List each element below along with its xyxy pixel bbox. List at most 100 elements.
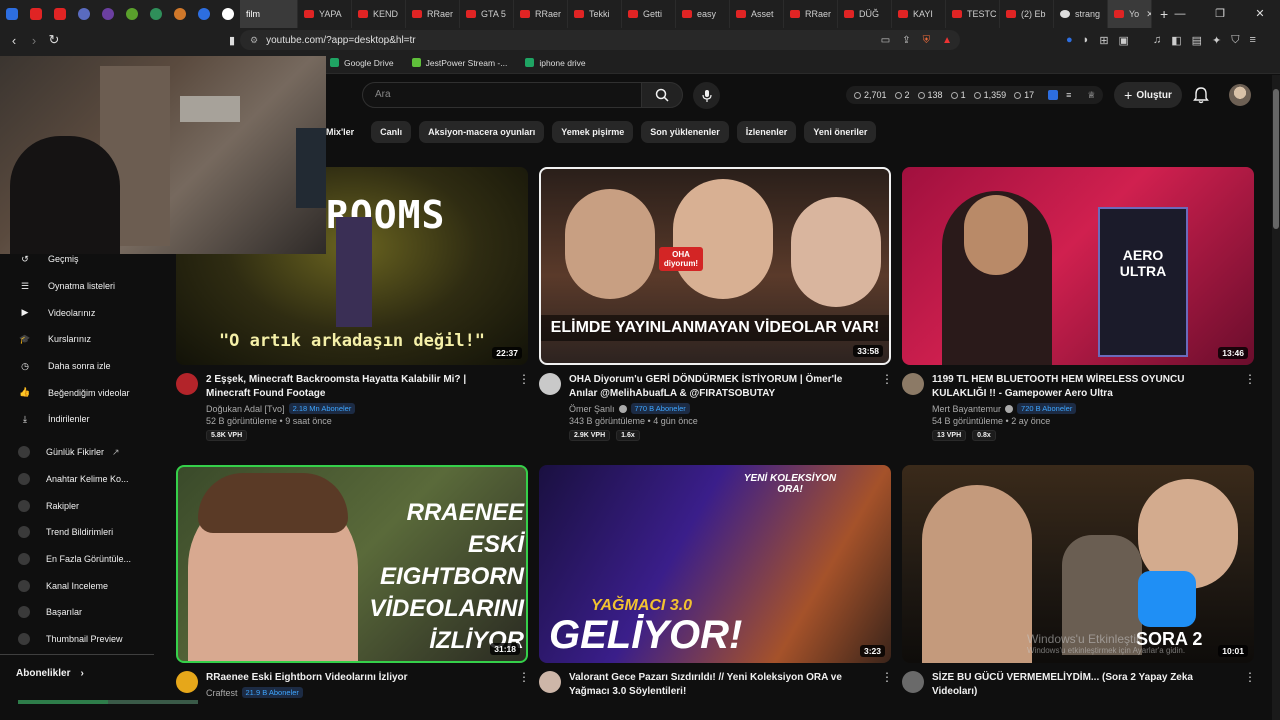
browser-tab[interactable]: strang [1054,0,1108,28]
sidebar-item-achievements[interactable]: Başarılar [0,599,160,626]
browser-tab[interactable]: RRaer [514,0,568,28]
back-icon[interactable]: ‹ [4,33,24,48]
browser-tab[interactable]: YAPA [298,0,352,28]
more-options-icon[interactable]: ⋮ [881,671,893,699]
pinned-tab-icon[interactable] [168,0,192,28]
share-icon[interactable]: ⇪ [902,35,910,46]
video-card[interactable]: AERO ULTRA 13:46 1199 TL HEM BLUETOOTH H… [902,167,1256,441]
wallet-icon[interactable]: ▤ [1192,34,1202,47]
pinned-tab-icon[interactable] [192,0,216,28]
channel-avatar[interactable] [176,373,198,395]
sidebar-item-liked-videos[interactable]: 👍 Beğendiğim videolar [0,379,160,406]
tab-search-icon[interactable] [0,0,24,28]
filter-chip[interactable]: Yemek pişirme [552,121,634,143]
filter-chip[interactable]: Aksiyon-macera oyunları [419,121,545,143]
channel-avatar[interactable] [902,671,924,693]
site-info-icon[interactable]: ⚙ [250,35,258,46]
browser-tab[interactable]: easy [676,0,730,28]
video-title[interactable]: OHA Diyorum'u GERİ DÖNDÜRMEK İSTİYORUM |… [569,373,873,401]
pinned-tab-icon[interactable] [216,0,240,28]
url-text[interactable]: youtube.com/?app=desktop&hl=tr [266,35,416,46]
sidebar-item-thumbnail-preview[interactable]: Thumbnail Preview [0,626,160,653]
scrollbar-thumb[interactable] [1273,89,1279,229]
channel-name[interactable]: Mert Bayantemur [932,404,1001,414]
bookmark-item[interactable]: Google Drive [330,58,394,68]
browser-tab[interactable]: TESTC [946,0,1000,28]
cast-icon[interactable]: ▭ [881,35,890,46]
more-options-icon[interactable]: ⋮ [881,373,893,441]
minimize-icon[interactable]: — [1160,0,1200,28]
rewards-icon[interactable]: ▲ [942,35,952,46]
search-input[interactable]: Ara [362,82,642,108]
browser-tab[interactable]: RRaer [406,0,460,28]
video-title[interactable]: 2 Eşşek, Minecraft Backroomsta Hayatta K… [206,373,510,401]
extension-icon[interactable]: ⊞ [1099,34,1108,47]
extensions-puzzle-icon[interactable]: ✦ [1212,34,1221,47]
browser-tab[interactable]: DÜĞ [838,0,892,28]
forward-icon[interactable]: › [24,33,44,48]
browser-tab[interactable]: (2) Eb [1000,0,1054,28]
filter-chip[interactable]: İzlenenler [736,121,797,143]
close-tab-icon[interactable]: ✕ [1146,9,1151,20]
sidebar-item-watch-later[interactable]: ◷ Daha sonra izle [0,353,160,380]
extension-icon[interactable]: ◗ [1083,34,1090,46]
sidebar-item-most-viewed[interactable]: En Fazla Görüntüle... [0,546,160,573]
address-bar[interactable]: ⚙ youtube.com/?app=desktop&hl=tr ▭ ⇪ ⛨ ▲ [240,30,960,50]
channel-name[interactable]: Craftest [206,688,238,698]
pinned-tab-icon[interactable] [144,0,168,28]
video-card[interactable]: YENİ KOLEKSİYON ORA! YAĞMACI 3.0 GELİYOR… [539,465,893,699]
filter-chip[interactable]: Canlı [371,121,412,143]
vpn-icon[interactable]: ⛉ [1231,34,1239,47]
sidebar-item-courses[interactable]: 🎓 Kurslarınız [0,326,160,353]
search-button[interactable] [641,82,683,108]
video-thumbnail[interactable]: YENİ KOLEKSİYON ORA! YAĞMACI 3.0 GELİYOR… [539,465,891,663]
sidebar-item-channel-review[interactable]: Kanal Inceleme [0,572,160,599]
maximize-icon[interactable]: ❐ [1200,0,1240,28]
channel-avatar[interactable] [539,373,561,395]
more-options-icon[interactable]: ⋮ [518,671,530,698]
extension-icon[interactable]: ▣ [1119,34,1129,47]
more-options-icon[interactable]: ⋮ [1244,671,1256,699]
browser-tab[interactable]: KEND [352,0,406,28]
sidebar-toggle-icon[interactable]: ◧ [1171,34,1181,47]
brave-shield-icon[interactable]: ⛨ [923,35,931,46]
extension-icon[interactable]: ● [1066,34,1073,46]
sidebar-item-keyword[interactable]: Anahtar Kelime Ko... [0,466,160,493]
channel-name[interactable]: Doğukan Adal [Tvo] [206,404,285,414]
reload-icon[interactable]: ↻ [44,32,64,48]
channel-avatar[interactable] [176,671,198,693]
pinned-tab-icon[interactable] [24,0,48,28]
browser-tab[interactable]: RRaer [784,0,838,28]
video-card[interactable]: OHA diyorum! ELİMDE YAYINLANMAYAN VİDEOL… [539,167,893,441]
trophy-icon[interactable]: ♕ [1087,90,1095,101]
more-options-icon[interactable]: ⋮ [1244,373,1256,441]
filter-chip[interactable]: Yeni öneriler [804,121,877,143]
subscriptions-heading[interactable]: Abonelikler › [16,668,84,679]
channel-avatar[interactable] [902,373,924,395]
media-icon[interactable]: ♫ [1153,34,1161,46]
sidebar-item-competitors[interactable]: Rakipler [0,492,160,519]
create-button[interactable]: + Oluştur [1114,82,1182,108]
sidebar-item-downloads[interactable]: ⤓ İndirilenler [0,406,160,433]
pinned-tab-icon[interactable] [48,0,72,28]
video-title[interactable]: Valorant Gece Pazarı Sızdırıldı! // Yeni… [569,671,873,699]
video-thumbnail[interactable]: RRAENEE ESKİ EIGHTBORN VİDEOLARINI İZLİY… [176,465,528,663]
video-title[interactable]: 1199 TL HEM BLUETOOTH HEM WİRELESS OYUNC… [932,373,1236,401]
more-options-icon[interactable]: ⋮ [518,373,530,441]
browser-tab[interactable]: Getti [622,0,676,28]
list-icon[interactable]: ≡ [1066,90,1071,100]
account-avatar[interactable] [1229,84,1251,106]
sidebar-item-daily-ideas[interactable]: Günlük Fikirler ↗ [0,439,160,466]
close-window-icon[interactable]: ✕ [1240,0,1280,28]
browser-tab[interactable]: KAYI [892,0,946,28]
menu-icon[interactable]: ≡ [1249,34,1255,46]
video-card[interactable]: RRAENEE ESKİ EIGHTBORN VİDEOLARINI İZLİY… [176,465,530,698]
pinned-tab-icon[interactable] [96,0,120,28]
browser-tab[interactable]: Tekki [568,0,622,28]
page-scrollbar[interactable] [1272,75,1280,720]
browser-tab[interactable]: Asset [730,0,784,28]
channel-avatar[interactable] [539,671,561,693]
bookmark-item[interactable]: JestPower Stream -... [411,58,507,68]
browser-tab[interactable]: film [240,0,298,28]
sidebar-item-playlists[interactable]: ☰ Oynatma listeleri [0,273,160,300]
